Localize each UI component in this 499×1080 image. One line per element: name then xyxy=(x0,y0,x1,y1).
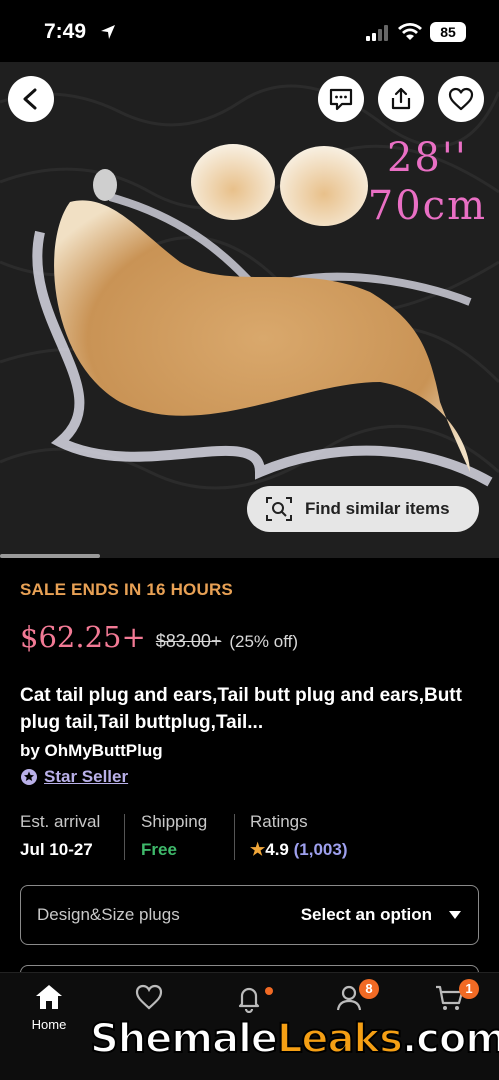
option-label: Design&Size plugs xyxy=(37,905,180,924)
star-seller-badge[interactable]: Star Seller xyxy=(20,767,128,787)
updates-dot xyxy=(265,987,273,995)
shipping-value: Free xyxy=(141,840,177,859)
ratings-value: ★4.9 (1,003) xyxy=(250,840,348,860)
rating-score: 4.9 xyxy=(265,840,289,859)
current-price: $62.25+ xyxy=(20,620,146,654)
wifi-icon xyxy=(398,23,422,40)
option-value: Select an option xyxy=(300,905,432,924)
nav-you[interactable]: 8 xyxy=(309,979,389,1019)
star-seller-label: Star Seller xyxy=(44,767,129,786)
dropdown-caret-icon xyxy=(449,911,461,919)
star-icon: ★ xyxy=(250,840,266,859)
watermark-part-2: Leaks xyxy=(276,1015,404,1063)
heart-icon xyxy=(448,87,474,111)
location-arrow-icon xyxy=(101,25,115,39)
discount-percent: (25% off) xyxy=(229,632,299,651)
back-button[interactable] xyxy=(8,76,54,122)
nav-favorites[interactable] xyxy=(109,983,189,1017)
you-badge: 8 xyxy=(359,979,379,999)
status-time: 7:49 xyxy=(44,20,87,43)
chevron-left-icon xyxy=(23,88,37,110)
share-icon xyxy=(391,87,411,110)
message-seller-button[interactable] xyxy=(318,76,364,122)
cart-badge: 1 xyxy=(459,979,479,999)
status-bar: 7:49 85 xyxy=(0,0,499,62)
watermark-part-3: .com xyxy=(401,1015,499,1063)
watermark-part-1: Shemale xyxy=(89,1015,279,1063)
find-similar-button[interactable]: Find similar items xyxy=(247,486,479,532)
ratings-label: Ratings xyxy=(250,812,308,831)
shipping-label: Shipping xyxy=(141,812,208,831)
seller-name[interactable]: by OhMyButtPlug xyxy=(20,741,163,761)
price-row: $62.25+ $83.00+ (25% off) xyxy=(20,620,298,654)
image-carousel-indicator xyxy=(0,554,100,558)
original-price: $83.00+ xyxy=(155,631,222,651)
nav-home-label: Home xyxy=(31,1017,67,1032)
info-divider xyxy=(234,814,235,860)
estimated-arrival: Est. arrival Jul 10-27 xyxy=(20,812,100,860)
visual-search-icon xyxy=(266,497,292,521)
nav-cart[interactable]: 1 xyxy=(409,979,489,1019)
shipping-info: Shipping Free xyxy=(141,812,207,860)
listing-title[interactable]: Cat tail plug and ears,Tail butt plug an… xyxy=(20,682,480,736)
bell-icon xyxy=(238,987,260,1013)
battery-icon: 85 xyxy=(430,22,466,42)
find-similar-label: Find similar items xyxy=(305,499,450,518)
arrival-value: Jul 10-27 xyxy=(20,840,93,859)
product-image[interactable]: 28'' 70cm Find similar items xyxy=(0,62,499,558)
size-cm: 70cm xyxy=(367,183,487,229)
sale-countdown: SALE ENDS IN 16 HOURS xyxy=(20,580,233,599)
arrival-label: Est. arrival xyxy=(20,812,101,831)
watermark: ShemaleLeaks.com xyxy=(89,1015,499,1063)
rating-count[interactable]: (1,003) xyxy=(294,840,348,859)
size-inches: 28'' xyxy=(386,135,468,181)
image-size-text: 28'' 70cm xyxy=(368,134,487,230)
design-size-select[interactable]: Design&Size plugs Select an option xyxy=(20,885,479,945)
share-button[interactable] xyxy=(378,76,424,122)
message-icon xyxy=(329,88,353,111)
star-seller-icon xyxy=(21,769,37,785)
info-divider xyxy=(124,814,125,860)
heart-icon xyxy=(135,984,163,1010)
nav-home[interactable]: Home xyxy=(9,983,89,1032)
home-icon xyxy=(36,985,62,1009)
ratings-info[interactable]: Ratings ★4.9 (1,003) xyxy=(250,812,348,860)
nav-updates[interactable] xyxy=(209,983,289,1019)
favorite-button[interactable] xyxy=(438,76,484,122)
cellular-signal-icon xyxy=(366,25,388,41)
